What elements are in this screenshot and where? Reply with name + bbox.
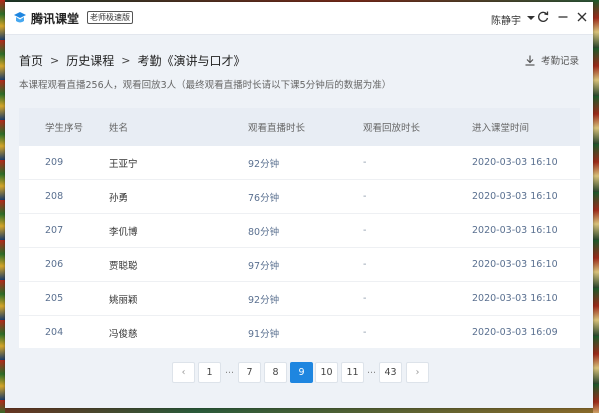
header-live-duration: 观看直播时长 xyxy=(248,123,306,134)
cell-name: 冯俊慈 xyxy=(109,328,138,340)
cell-replay-duration: - xyxy=(363,327,367,338)
cell-join-time: 2020-03-03 16:10 xyxy=(472,157,558,168)
page-ellipsis: ... xyxy=(367,365,377,376)
cell-join-time: 2020-03-03 16:10 xyxy=(472,259,558,270)
minimize-icon[interactable] xyxy=(556,10,570,24)
page-button-8[interactable]: 8 xyxy=(264,362,287,383)
tencent-classroom-logo-icon xyxy=(13,10,27,24)
desktop-background-right xyxy=(593,0,599,413)
cell-student-no: 204 xyxy=(45,327,64,338)
header-student-no: 学生序号 xyxy=(45,123,84,134)
table-row: 207 李仉博 80分钟 - 2020-03-03 16:10 xyxy=(19,214,580,248)
prev-page-button[interactable]: ‹ xyxy=(172,362,195,383)
breadcrumb-current: 考勤《演讲与口才》 xyxy=(137,54,246,68)
header-join-time: 进入课堂时间 xyxy=(472,123,530,134)
page-button-9-current[interactable]: 9 xyxy=(290,362,313,383)
cell-replay-duration: - xyxy=(363,293,367,304)
header-name: 姓名 xyxy=(109,123,129,134)
cell-live-duration: 92分钟 xyxy=(248,294,280,306)
table-row: 208 孙勇 76分钟 - 2020-03-03 16:10 xyxy=(19,180,580,214)
table-row: 204 冯俊慈 91分钟 - 2020-03-03 16:09 xyxy=(19,316,580,349)
cell-live-duration: 76分钟 xyxy=(248,192,280,204)
page-button-7[interactable]: 7 xyxy=(238,362,261,383)
breadcrumb: 首页 > 历史课程 > 考勤《演讲与口才》 xyxy=(19,52,245,69)
user-menu-name[interactable]: 陈静宇 xyxy=(491,12,521,27)
user-menu-caret-icon[interactable] xyxy=(527,16,535,20)
cell-name: 李仉博 xyxy=(109,226,138,238)
next-page-button[interactable]: › xyxy=(406,362,429,383)
cell-name: 孙勇 xyxy=(109,192,129,204)
attendance-record-button[interactable]: 考勤记录 xyxy=(525,53,579,67)
cell-student-no: 206 xyxy=(45,259,64,270)
cell-replay-duration: - xyxy=(363,191,367,202)
cell-join-time: 2020-03-03 16:09 xyxy=(472,327,558,338)
attendance-table: 学生序号 姓名 观看直播时长 观看回放时长 进入课堂时间 209 王亚宁 92分… xyxy=(19,108,580,348)
cell-live-duration: 91分钟 xyxy=(248,328,280,340)
cell-student-no: 208 xyxy=(45,191,64,202)
cell-student-no: 205 xyxy=(45,293,64,304)
cell-join-time: 2020-03-03 16:10 xyxy=(472,293,558,304)
table-row: 205 姚丽颖 92分钟 - 2020-03-03 16:10 xyxy=(19,282,580,316)
table-row: 206 贾聪聪 97分钟 - 2020-03-03 16:10 xyxy=(19,248,580,282)
page-button-43[interactable]: 43 xyxy=(379,362,402,383)
close-icon[interactable] xyxy=(575,10,589,24)
chevron-right-icon: > xyxy=(121,54,131,67)
download-icon xyxy=(525,55,535,66)
cell-name: 王亚宁 xyxy=(109,158,138,170)
app-name: 腾讯课堂 xyxy=(31,12,80,26)
header-replay-duration: 观看回放时长 xyxy=(363,123,421,134)
refresh-icon[interactable] xyxy=(536,10,550,24)
attendance-summary: 本课程观看直播256人，观看回放3人（最终观看直播时长请以下课5分钟后的数据为准… xyxy=(19,80,392,91)
cell-live-duration: 80分钟 xyxy=(248,226,280,238)
breadcrumb-home[interactable]: 首页 xyxy=(19,52,43,69)
breadcrumb-history[interactable]: 历史课程 xyxy=(66,52,114,69)
cell-name: 姚丽颖 xyxy=(109,294,138,306)
main-content: 首页 > 历史课程 > 考勤《演讲与口才》 考勤记录 本课程观看直播256人，观… xyxy=(5,35,593,408)
cell-live-duration: 97分钟 xyxy=(248,260,280,272)
chevron-right-icon: > xyxy=(50,54,60,67)
table-row: 209 王亚宁 92分钟 - 2020-03-03 16:10 xyxy=(19,146,580,180)
pagination: ‹ 1 ... 7 8 9 10 11 ... 43 › xyxy=(5,362,593,383)
cell-student-no: 207 xyxy=(45,225,64,236)
cell-replay-duration: - xyxy=(363,259,367,270)
cell-live-duration: 92分钟 xyxy=(248,158,280,170)
attendance-record-label: 考勤记录 xyxy=(540,56,579,67)
cell-join-time: 2020-03-03 16:10 xyxy=(472,225,558,236)
title-bar: 腾讯课堂 老师极速版 陈静宇 xyxy=(5,2,593,35)
cell-replay-duration: - xyxy=(363,157,367,168)
page-button-10[interactable]: 10 xyxy=(315,362,338,383)
cell-name: 贾聪聪 xyxy=(109,260,138,272)
cell-join-time: 2020-03-03 16:10 xyxy=(472,191,558,202)
cell-replay-duration: - xyxy=(363,225,367,236)
page-ellipsis: ... xyxy=(225,365,235,376)
edition-badge: 老师极速版 xyxy=(87,11,133,24)
page-button-11[interactable]: 11 xyxy=(341,362,364,383)
table-header: 学生序号 姓名 观看直播时长 观看回放时长 进入课堂时间 xyxy=(19,108,580,146)
app-window: 腾讯课堂 老师极速版 陈静宇 首页 > 历史课程 > 考勤《演讲与口才》 考勤记… xyxy=(5,2,593,408)
cell-student-no: 209 xyxy=(45,157,64,168)
page-button-1[interactable]: 1 xyxy=(198,362,221,383)
